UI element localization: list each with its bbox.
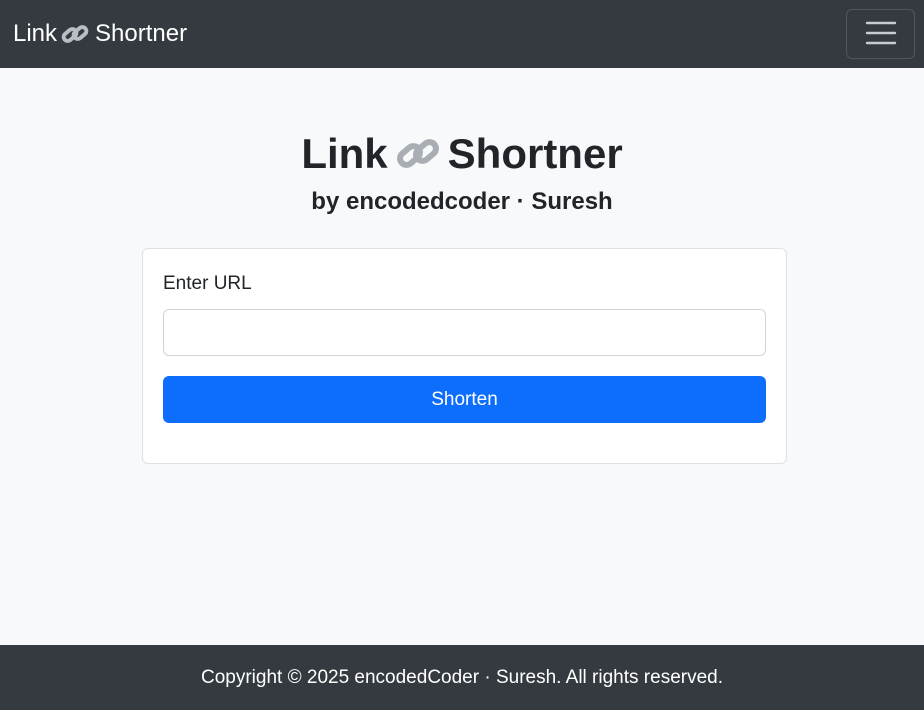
page-subtitle: by encodedcoder · Suresh bbox=[311, 188, 613, 215]
page-title: Link Shortner bbox=[0, 130, 924, 178]
title-text-left: Link bbox=[301, 130, 388, 177]
hamburger-menu-icon bbox=[865, 20, 897, 49]
link-chain-icon bbox=[61, 22, 89, 46]
title-text-right: Shortner bbox=[447, 130, 623, 177]
navbar-brand[interactable]: Link Shortner bbox=[13, 20, 187, 48]
brand-text-left: Link bbox=[13, 20, 58, 47]
url-input[interactable] bbox=[163, 309, 766, 356]
navbar-toggler-button[interactable] bbox=[846, 9, 915, 59]
main-content: Link Shortner by encodedcoder · Suresh E… bbox=[0, 68, 924, 645]
footer-copyright: Copyright © 2025 encodedCoder · Suresh. … bbox=[201, 666, 723, 688]
page-footer: Copyright © 2025 encodedCoder · Suresh. … bbox=[0, 645, 924, 710]
brand-text-right: Shortner bbox=[95, 20, 188, 47]
shorten-form-card: Enter URL Shorten bbox=[142, 248, 787, 464]
url-field-label: Enter URL bbox=[163, 273, 252, 294]
link-chain-icon bbox=[396, 134, 440, 174]
top-navbar: Link Shortner bbox=[0, 0, 924, 68]
shorten-button[interactable]: Shorten bbox=[163, 376, 766, 423]
